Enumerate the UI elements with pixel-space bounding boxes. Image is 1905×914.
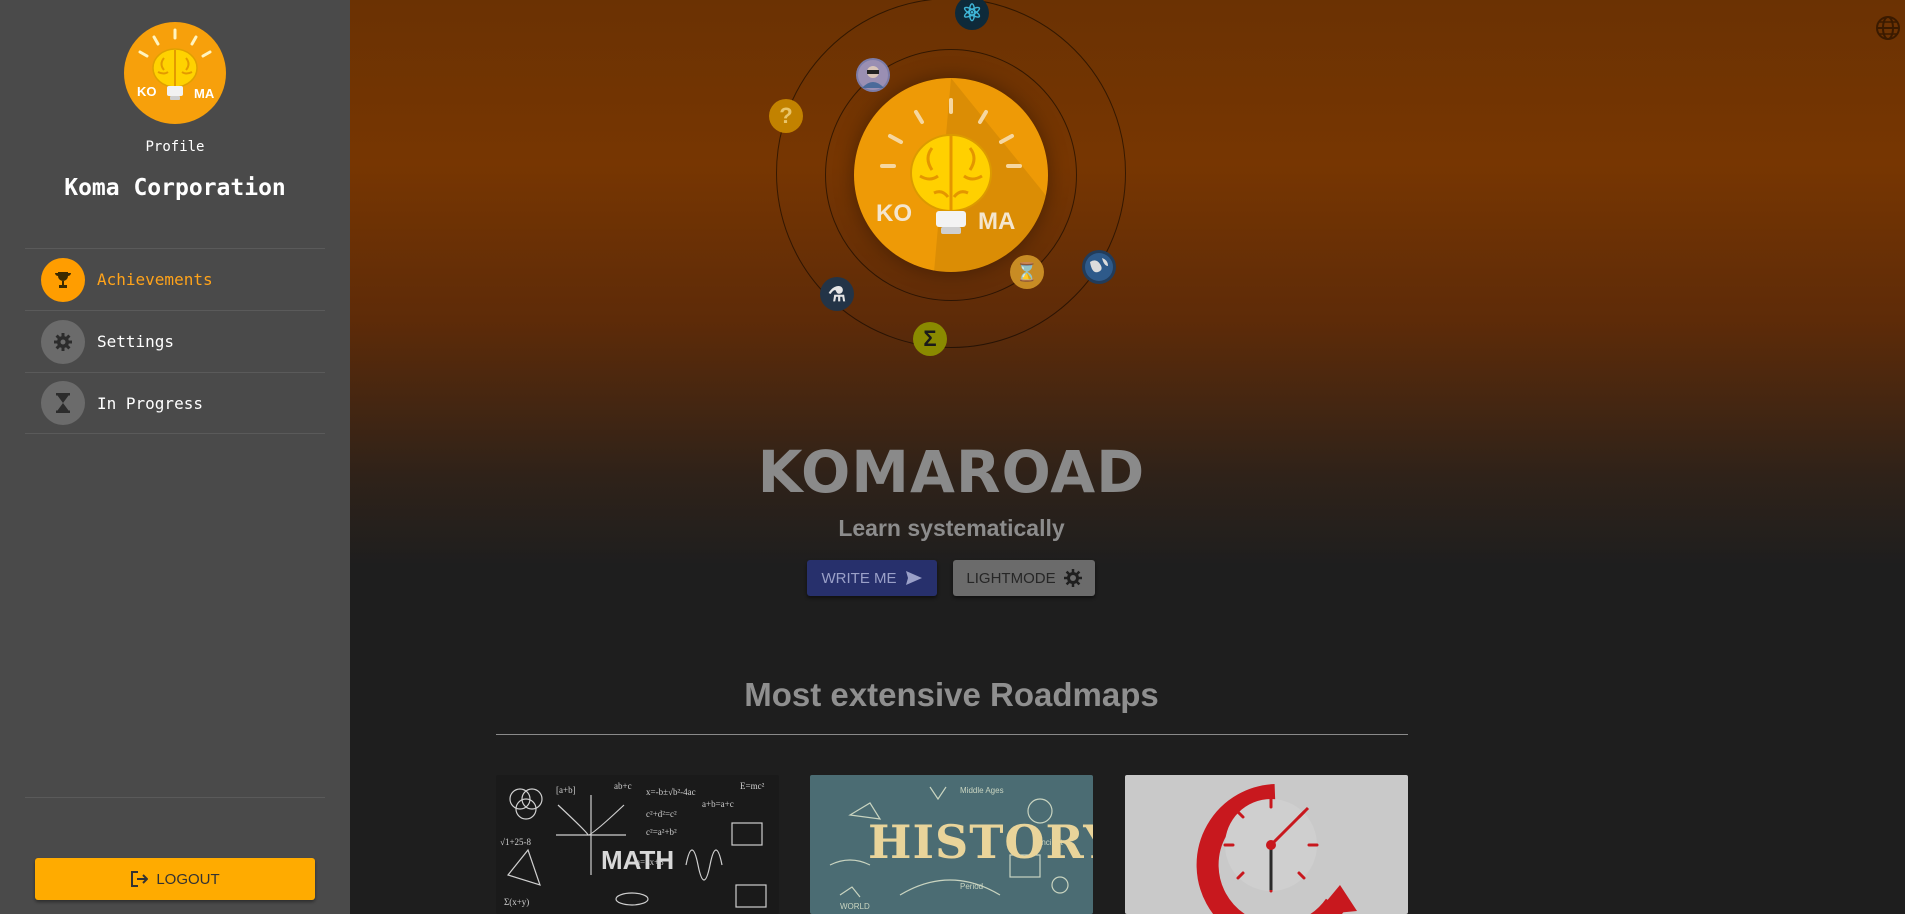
hero-logo-text-ma: MA (978, 208, 1016, 235)
roadmap-card-time[interactable] (1125, 775, 1408, 914)
hero-logo: KO MA (854, 78, 1048, 272)
sidebar-item-label: Settings (97, 332, 175, 351)
question-icon: ? (769, 99, 803, 133)
globe-icon (1876, 16, 1900, 40)
math-caption: MATH (601, 845, 675, 875)
send-icon (905, 571, 922, 585)
svg-text:ab+c: ab+c (614, 781, 632, 791)
logout-icon (131, 871, 149, 887)
flask-icon: ⚗ (820, 277, 854, 311)
write-me-label: WRITE ME (821, 569, 897, 587)
svg-text:√1+25-8: √1+25-8 (500, 837, 532, 847)
trophy-icon (41, 257, 85, 302)
sidebar-divider (25, 797, 325, 798)
write-me-button[interactable]: WRITE ME (807, 560, 937, 596)
sidebar: KO MA Profile Koma Corporation Achieveme… (0, 0, 350, 914)
sigma-icon: Σ (913, 322, 947, 356)
profile-avatar[interactable]: KO MA (124, 22, 226, 124)
organization-name: Koma Corporation (64, 175, 286, 201)
svg-text:WORLD: WORLD (840, 902, 870, 911)
sidebar-item-achievements[interactable]: Achievements (25, 248, 325, 310)
history-caption: HISTORY (868, 815, 1093, 869)
hero-logo-text-ko: KO (876, 200, 912, 227)
language-globe-button[interactable] (1873, 13, 1903, 43)
logout-button[interactable]: LOGOUT (35, 858, 315, 900)
lightmode-label: LIGHTMODE (966, 569, 1056, 587)
hourglass-planet-icon: ⌛ (1010, 255, 1044, 289)
svg-text:Period: Period (960, 882, 983, 891)
svg-text:c²+d²=c²: c²+d²=c² (646, 809, 677, 819)
hero-subtitle: Learn systematically (838, 515, 1065, 541)
brain-bulb-logo-icon (138, 28, 212, 100)
svg-text:Middle Ages: Middle Ages (960, 786, 1004, 795)
hero-title: KOMAROAD (757, 438, 1146, 506)
svg-text:Σ(x+y): Σ(x+y) (504, 897, 529, 907)
section-divider (496, 734, 1408, 735)
svg-text:E=mc²: E=mc² (740, 781, 765, 791)
avatar-text-ko: KO (137, 84, 157, 99)
sidebar-item-in-progress[interactable]: In Progress (25, 372, 325, 434)
logout-label: LOGOUT (156, 870, 220, 888)
roadmap-card-math[interactable]: [a+b] ab+c x=-b±√b²-4ac E=mc² c²+d²=c² a+b=a… (496, 775, 779, 914)
avatar-text-ma: MA (194, 86, 215, 101)
gear-icon (41, 319, 85, 364)
brightness-icon (1063, 569, 1082, 587)
svg-text:x=-b±√b²-4ac: x=-b±√b²-4ac (646, 787, 696, 797)
sidebar-item-settings[interactable]: Settings (25, 310, 325, 372)
globe-planet-icon (1082, 250, 1116, 284)
svg-text:a+b=a+c: a+b=a+c (702, 799, 734, 809)
main-content: KO MA ⚛ ? ⚗ Σ ⌛ KOMAROAD Learn systemati… (350, 0, 1905, 914)
svg-text:[a+b]: [a+b] (556, 785, 576, 795)
clock-arrow-image (1196, 784, 1357, 914)
user-avatar-icon (856, 58, 890, 92)
sidebar-item-label: Achievements (97, 270, 213, 289)
roadmap-card-history[interactable]: Middle Ages Ancient WORLD Period HISTORY (810, 775, 1093, 914)
roadmaps-section-title: Most extensive Roadmaps (744, 676, 1159, 713)
brain-bulb-hero-icon (880, 78, 1048, 272)
svg-text:c²=a²+b²: c²=a²+b² (646, 827, 677, 837)
lightmode-button[interactable]: LIGHTMODE (953, 560, 1095, 596)
hourglass-icon (41, 381, 85, 425)
sidebar-nav: Achievements Settings In Progress (25, 248, 325, 434)
sidebar-item-label: In Progress (97, 393, 203, 413)
profile-label[interactable]: Profile (0, 139, 350, 155)
